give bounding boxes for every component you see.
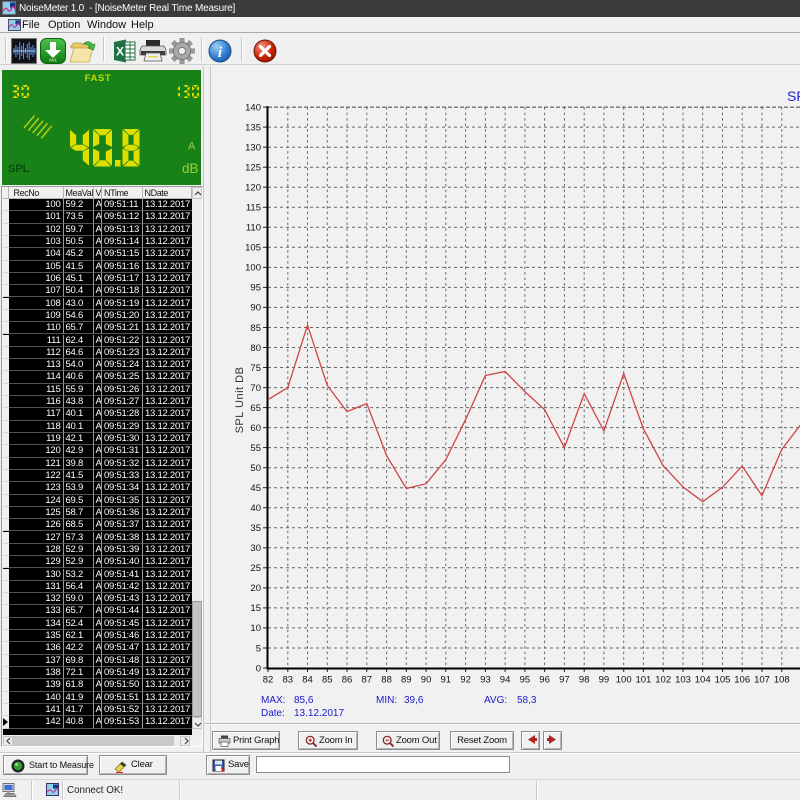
- svg-text:90: 90: [421, 675, 432, 686]
- svg-text:35: 35: [250, 523, 261, 534]
- svg-text:89: 89: [401, 675, 412, 686]
- svg-text:25: 25: [250, 563, 261, 574]
- svg-text:85: 85: [250, 323, 261, 334]
- svg-text:0: 0: [256, 663, 261, 674]
- svg-text:88: 88: [381, 675, 392, 686]
- svg-text:95: 95: [520, 675, 531, 686]
- svg-text:40: 40: [250, 503, 261, 514]
- svg-text:125: 125: [245, 163, 261, 174]
- svg-text:100: 100: [245, 263, 261, 274]
- svg-text:105: 105: [245, 243, 261, 254]
- svg-text:104: 104: [695, 675, 711, 686]
- svg-text:SPL: SPL: [787, 88, 800, 104]
- svg-text:84: 84: [302, 675, 313, 686]
- svg-text:85: 85: [322, 675, 333, 686]
- svg-text:92: 92: [460, 675, 471, 686]
- svg-text:87: 87: [362, 675, 373, 686]
- svg-text:107: 107: [754, 675, 770, 686]
- svg-text:39,6: 39,6: [404, 695, 424, 706]
- svg-text:101: 101: [635, 675, 651, 686]
- svg-text:30: 30: [250, 543, 261, 554]
- svg-text:Date:: Date:: [261, 708, 285, 719]
- svg-text:98: 98: [579, 675, 590, 686]
- svg-text:20: 20: [250, 583, 261, 594]
- svg-text:A: A: [188, 141, 196, 153]
- svg-text:135: 135: [245, 122, 261, 133]
- svg-text:82: 82: [263, 675, 274, 686]
- svg-text:SPL: SPL: [8, 163, 30, 175]
- svg-text:58,3: 58,3: [517, 695, 537, 706]
- svg-text:80: 80: [250, 343, 261, 354]
- svg-text:45: 45: [250, 483, 261, 494]
- svg-text:MAX:: MAX:: [261, 695, 285, 706]
- svg-text:103: 103: [675, 675, 691, 686]
- svg-text:91: 91: [441, 675, 452, 686]
- svg-text:65: 65: [250, 403, 261, 414]
- svg-text:50: 50: [250, 463, 261, 474]
- svg-text:5: 5: [256, 643, 261, 654]
- svg-text:55: 55: [250, 443, 261, 454]
- svg-text:108: 108: [774, 675, 790, 686]
- svg-text:13.12.2017: 13.12.2017: [294, 708, 344, 719]
- svg-text:93: 93: [480, 675, 491, 686]
- svg-text:140: 140: [245, 102, 261, 113]
- svg-text:120: 120: [245, 183, 261, 194]
- svg-text:SPL Unit DB: SPL Unit DB: [234, 367, 246, 434]
- svg-text:130: 130: [245, 143, 261, 154]
- svg-text:95: 95: [250, 283, 261, 294]
- svg-text:94: 94: [500, 675, 511, 686]
- svg-text:dB: dB: [182, 161, 199, 176]
- svg-text:99: 99: [599, 675, 610, 686]
- svg-text:97: 97: [559, 675, 570, 686]
- svg-text:96: 96: [539, 675, 550, 686]
- svg-text:70: 70: [250, 383, 261, 394]
- svg-text:86: 86: [342, 675, 353, 686]
- svg-text:MIN:: MIN:: [376, 695, 397, 706]
- svg-text:75: 75: [250, 363, 261, 374]
- svg-text:106: 106: [734, 675, 750, 686]
- svg-text:FAST: FAST: [85, 73, 112, 84]
- svg-text:10: 10: [250, 623, 261, 634]
- svg-text:X: X: [116, 45, 124, 59]
- svg-text:83: 83: [283, 675, 294, 686]
- svg-text:102: 102: [655, 675, 671, 686]
- svg-text:100: 100: [616, 675, 632, 686]
- svg-text:60: 60: [250, 423, 261, 434]
- svg-text:105: 105: [715, 675, 731, 686]
- svg-text:110: 110: [246, 223, 261, 234]
- svg-text:AVL: AVL: [49, 58, 58, 63]
- svg-text:15: 15: [250, 603, 261, 614]
- svg-text:85,6: 85,6: [294, 695, 314, 706]
- svg-text:115: 115: [246, 203, 261, 214]
- svg-text:AVG:: AVG:: [484, 695, 507, 706]
- svg-text:90: 90: [250, 303, 261, 314]
